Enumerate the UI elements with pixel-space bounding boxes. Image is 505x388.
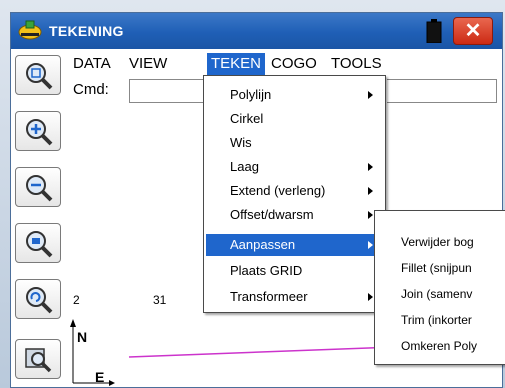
zoom-all-button[interactable] (15, 55, 61, 95)
menu-item-polylijn[interactable]: Polylijn (206, 84, 383, 106)
submenu-item-verwijder-bog[interactable]: Verwijder bog (401, 231, 474, 253)
menu-cogo[interactable]: COGO (267, 53, 321, 75)
menu-item-label: Cirkel (230, 111, 264, 126)
app-logo-icon (18, 20, 42, 40)
window-title: TEKENING (49, 23, 124, 39)
menu-teken[interactable]: TEKEN (207, 53, 266, 75)
zoom-window-button[interactable] (15, 223, 61, 263)
menu-item-aanpassen[interactable]: Aanpassen (206, 234, 383, 256)
east-arrow-icon (109, 380, 115, 386)
submenu-item-omkeren-poly[interactable]: Omkeren Poly (401, 335, 477, 357)
submenu-item-join[interactable]: Join (samenv (401, 283, 472, 305)
menu-item-label: Aanpassen (230, 237, 296, 252)
menu-item-plaats-grid[interactable]: Plaats GRID (206, 260, 383, 282)
zoom-extents-button[interactable] (15, 339, 61, 379)
teken-dropdown-menu: Polylijn Cirkel Wis Laag Extend (verleng… (203, 75, 386, 313)
menu-item-label: Polylijn (230, 87, 272, 102)
menu-item-label: Transformeer (230, 289, 308, 304)
submenu-arrow-icon (368, 211, 373, 219)
submenu-item-fillet[interactable]: Fillet (snijpun (401, 257, 472, 279)
menu-item-label: Laag (230, 159, 259, 174)
east-label: E (95, 369, 105, 385)
menu-data[interactable]: DATA (69, 53, 115, 75)
menu-item-extend[interactable]: Extend (verleng) (206, 180, 383, 202)
submenu-arrow-icon (368, 91, 373, 99)
title-bar: TEKENING ✕ (11, 13, 502, 49)
menu-tools[interactable]: TOOLS (327, 53, 386, 75)
menu-item-label: Offset/dwarsm (230, 207, 314, 222)
zoom-extents-icon (25, 348, 52, 373)
zoom-out-icon (26, 175, 53, 202)
menu-item-label: Extend (verleng) (230, 183, 326, 198)
menu-item-transformeer[interactable]: Transformeer (206, 286, 383, 308)
zoom-out-button[interactable] (15, 167, 61, 207)
submenu-arrow-icon (368, 163, 373, 171)
menu-bar: DATA VIEW TEKEN COGO TOOLS (69, 53, 499, 75)
zoom-window-icon (26, 231, 53, 258)
menu-item-wis[interactable]: Wis (206, 132, 383, 154)
submenu-arrow-icon (368, 293, 373, 301)
zoom-previous-button[interactable] (15, 279, 61, 319)
menu-item-cirkel[interactable]: Cirkel (206, 108, 383, 130)
menu-item-label: Plaats GRID (230, 263, 303, 278)
submenu-arrow-icon (368, 241, 373, 249)
zoom-in-button[interactable] (15, 111, 61, 151)
menu-item-laag[interactable]: Laag (206, 156, 383, 178)
north-label: N (77, 329, 88, 345)
menu-item-offset[interactable]: Offset/dwarsm (206, 204, 383, 226)
north-arrow-icon (70, 319, 76, 327)
zoom-previous-icon (26, 287, 53, 314)
menu-item-label: Wis (230, 135, 252, 150)
command-input-right[interactable] (387, 79, 497, 103)
zoom-toolbar (11, 49, 67, 387)
zoom-all-icon (26, 63, 53, 90)
zoom-in-icon (26, 119, 53, 146)
command-label: Cmd: (73, 81, 109, 98)
battery-icon (426, 19, 442, 43)
aanpassen-submenu: Verwijder bog Fillet (snijpun Join (same… (374, 210, 505, 365)
command-input[interactable] (129, 79, 209, 103)
close-button[interactable]: ✕ (453, 17, 493, 45)
submenu-arrow-icon (368, 187, 373, 195)
submenu-item-trim[interactable]: Trim (inkorter (401, 309, 472, 331)
menu-view[interactable]: VIEW (125, 53, 171, 75)
